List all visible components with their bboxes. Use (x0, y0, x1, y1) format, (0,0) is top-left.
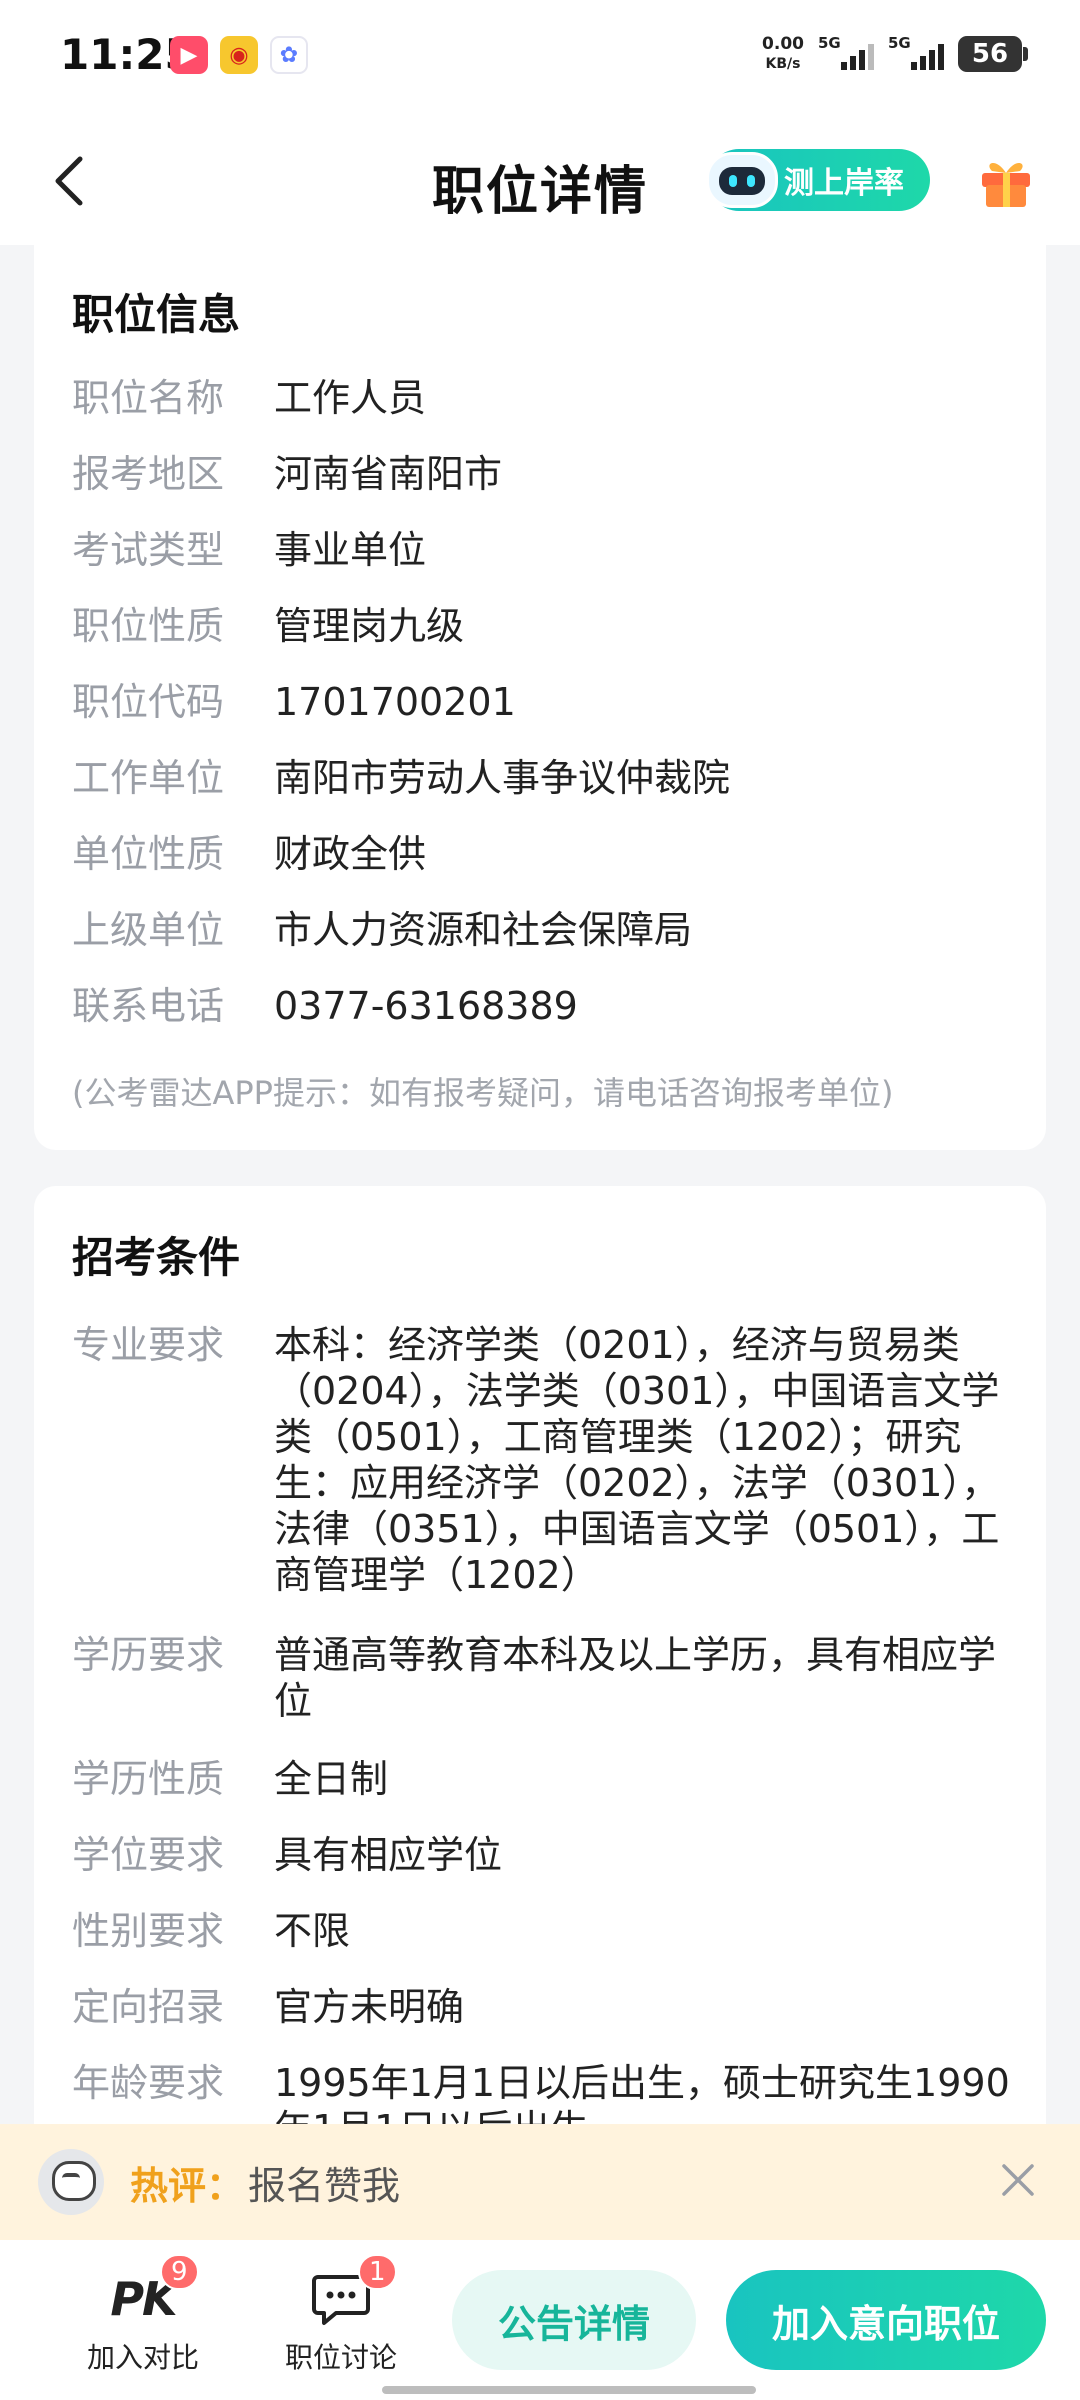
add-compare-button[interactable]: PK 9 加入对比 (68, 2254, 218, 2376)
row-label: 职位代码 (72, 680, 225, 724)
row-value: 普通高等教育本科及以上学历，具有相应学位 (274, 1633, 997, 1723)
signal-2-icon: 5G (888, 34, 944, 74)
row-value: 河南省南阳市 (274, 452, 503, 496)
weibo-app-icon: ◉ (220, 36, 258, 74)
network-speed: 0.00 KB/s (762, 34, 804, 74)
req-row-degree: 学位要求 具有相应学位 (72, 1832, 1012, 1878)
row-label: 考试类型 (72, 528, 225, 572)
info-row-employer: 工作单位 南阳市劳动人事争议仲裁院 (72, 755, 1012, 801)
info-row-employer-nature: 单位性质 财政全供 (72, 831, 1012, 877)
row-value: 工作人员 (274, 376, 427, 420)
row-label: 学位要求 (72, 1833, 225, 1877)
info-row-superior-unit: 上级单位 市人力资源和社会保障局 (72, 907, 1012, 953)
status-app-icons: ▶ ◉ ✿ (170, 36, 308, 74)
req-row-major: 专业要求 本科：经济学类（0201），经济与贸易类（0204），法学类（0301… (72, 1322, 1012, 1598)
bottom-action-bar: PK 9 加入对比 1 职位讨论 公告详情 加入意向职位 (0, 2240, 1080, 2400)
row-value: 事业单位 (274, 528, 427, 572)
info-row-position-code: 职位代码 1701700201 (72, 679, 1012, 725)
app-tip-text: (公考雷达APP提示：如有报考疑问，请电话咨询报考单位) (72, 1074, 894, 1112)
info-row-region: 报考地区 河南省南阳市 (72, 451, 1012, 497)
signal-1-label: 5G (818, 34, 841, 52)
compare-count-badge: 9 (160, 2254, 199, 2290)
status-indicators: 0.00 KB/s 5G 5G 56 (762, 34, 1028, 74)
row-value: 1701700201 (274, 680, 516, 724)
row-value: 本科：经济学类（0201），经济与贸易类（0204），法学类（0301），中国语… (274, 1323, 1000, 1597)
row-label: 专业要求 (72, 1323, 225, 1367)
row-label: 联系电话 (72, 984, 225, 1028)
signal-1-icon: 5G (818, 34, 874, 74)
req-row-directed: 定向招录 官方未明确 (72, 1984, 1012, 2030)
req-row-education-type: 学历性质 全日制 (72, 1756, 1012, 1802)
info-row-exam-type: 考试类型 事业单位 (72, 527, 1012, 573)
hot-comment-text: 报名赞我 (248, 2163, 401, 2208)
page-header: 职位详情 测上岸率 (0, 115, 1080, 245)
row-label: 工作单位 (72, 756, 225, 800)
phone-number-link[interactable]: 0377-63168389 (274, 983, 1012, 1029)
requirements-title: 招考条件 (72, 1233, 241, 1282)
close-icon[interactable] (1000, 2162, 1036, 2198)
row-label: 定向招录 (72, 1985, 225, 2029)
battery-icon: 56 (958, 36, 1028, 72)
row-value: 具有相应学位 (274, 1833, 503, 1877)
compare-label: 加入对比 (86, 2341, 199, 2374)
job-info-title: 职位信息 (72, 290, 241, 339)
row-label: 上级单位 (72, 908, 225, 952)
signal-2-label: 5G (888, 34, 911, 52)
row-label: 学历要求 (72, 1633, 225, 1677)
network-speed-unit: KB/s (765, 56, 801, 72)
info-row-position-nature: 职位性质 管理岗九级 (72, 603, 1012, 649)
row-label: 学历性质 (72, 1757, 225, 1801)
hot-comment-banner[interactable]: 热评： 报名赞我 (0, 2124, 1080, 2240)
rate-button-label: 测上岸率 (784, 166, 904, 201)
row-value: 管理岗九级 (274, 604, 465, 648)
add-intended-position-button[interactable]: 加入意向职位 (726, 2270, 1046, 2370)
discussion-count-badge: 1 (358, 2254, 397, 2290)
status-bar: 11:25 ▶ ◉ ✿ 0.00 KB/s 5G 5G 56 (0, 0, 1080, 115)
row-label: 性别要求 (72, 1909, 225, 1953)
discussion-label: 职位讨论 (284, 2341, 397, 2374)
req-row-gender: 性别要求 不限 (72, 1908, 1012, 1954)
notice-detail-button[interactable]: 公告详情 (452, 2270, 696, 2370)
row-value: 市人力资源和社会保障局 (274, 908, 693, 952)
req-row-education: 学历要求 普通高等教育本科及以上学历，具有相应学位 (72, 1632, 1012, 1724)
job-info-card: 职位信息 职位名称 工作人员 报考地区 河南省南阳市 考试类型 事业单位 职位性… (34, 245, 1046, 1150)
home-indicator[interactable] (382, 2386, 756, 2394)
row-value: 南阳市劳动人事争议仲裁院 (274, 756, 731, 800)
network-speed-value: 0.00 (762, 34, 804, 54)
test-pass-rate-button[interactable]: 测上岸率 (706, 149, 930, 211)
cloud-app-icon: ✿ (270, 36, 308, 74)
gift-icon[interactable] (978, 151, 1034, 209)
row-label: 职位性质 (72, 604, 225, 648)
info-row-position-name: 职位名称 工作人员 (72, 375, 1012, 421)
info-row-phone: 联系电话 0377-63168389 (72, 983, 1012, 1029)
row-value: 全日制 (274, 1757, 389, 1801)
row-label: 报考地区 (72, 452, 225, 496)
robot-icon (706, 152, 778, 208)
hot-comment-label: 热评： (130, 2163, 245, 2208)
row-value: 不限 (274, 1909, 351, 1953)
row-value: 官方未明确 (274, 1985, 465, 2029)
row-value: 财政全供 (274, 832, 427, 876)
requirements-card: 招考条件 专业要求 本科：经济学类（0201），经济与贸易类（0204），法学类… (34, 1186, 1046, 2186)
commenter-avatar (38, 2149, 104, 2215)
video-app-icon: ▶ (170, 36, 208, 74)
row-label: 职位名称 (72, 376, 225, 420)
position-discussion-button[interactable]: 1 职位讨论 (266, 2254, 416, 2376)
row-label: 单位性质 (72, 832, 225, 876)
